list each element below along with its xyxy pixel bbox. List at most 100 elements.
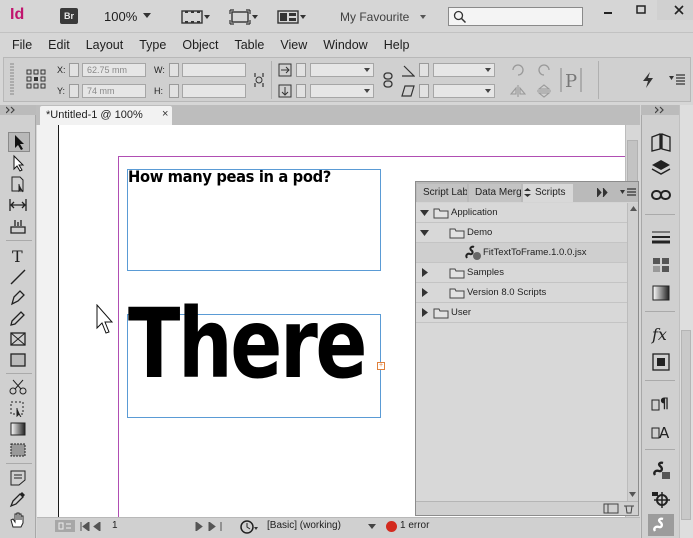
scale-x-spinner[interactable] <box>296 63 306 77</box>
pen-tool[interactable] <box>8 288 30 308</box>
menu-layout[interactable]: Layout <box>78 34 132 56</box>
tree-item-application[interactable]: Application <box>416 203 627 223</box>
minimize-button[interactable] <box>591 0 624 20</box>
link-scale-icon[interactable] <box>383 72 393 88</box>
new-script-icon[interactable] <box>603 503 619 514</box>
panel-grip-icon[interactable] <box>9 62 15 98</box>
search-input[interactable] <box>448 7 583 26</box>
shear-angle-icon[interactable] <box>401 84 415 98</box>
tab-script-label[interactable]: Script Lab <box>417 184 467 202</box>
menu-table[interactable]: Table <box>226 34 272 56</box>
shear-spinner[interactable] <box>419 84 429 98</box>
menu-window[interactable]: Window <box>315 34 375 56</box>
screen-mode-icon[interactable] <box>229 9 259 25</box>
h-spinner[interactable] <box>169 84 179 98</box>
layers-panel-button[interactable] <box>650 157 672 179</box>
tab-data-merge[interactable]: Data Merg <box>469 184 521 202</box>
gap-tool[interactable] <box>8 196 30 216</box>
tree-item-user[interactable]: User <box>416 303 627 323</box>
eyedropper-tool[interactable] <box>8 490 30 510</box>
menu-object[interactable]: Object <box>174 34 226 56</box>
zoom-caret-icon[interactable] <box>143 13 151 18</box>
text-wrap-panel-button[interactable] <box>650 351 672 373</box>
first-prev-page-icon[interactable] <box>80 522 106 531</box>
headline-text[interactable]: How many peas in a pod? <box>128 167 331 186</box>
data-merge-panel-button[interactable] <box>648 514 674 536</box>
rectangle-tool[interactable] <box>8 351 30 371</box>
scroll-up-icon[interactable] <box>630 206 637 211</box>
scale-y-icon[interactable] <box>278 84 292 98</box>
bridge-button[interactable]: Br <box>60 8 78 24</box>
constrain-proportions-icon[interactable] <box>252 72 266 88</box>
scale-y-dropdown[interactable] <box>310 84 374 98</box>
free-transform-tool[interactable] <box>8 399 30 419</box>
x-field[interactable]: 62.75 mm <box>82 63 146 77</box>
rectangle-frame-tool[interactable] <box>8 330 30 350</box>
collapsed-caret-icon[interactable] <box>422 288 428 297</box>
note-tool[interactable] <box>8 469 30 489</box>
scroll-down-icon[interactable] <box>629 492 636 497</box>
scripts-panel-button[interactable] <box>650 460 672 482</box>
menu-type[interactable]: Type <box>131 34 174 56</box>
gradient-feather-tool[interactable] <box>8 441 30 461</box>
gradient-panel-button[interactable] <box>650 282 672 304</box>
effects-panel-button[interactable]: fx <box>650 323 672 345</box>
collapsed-caret-icon[interactable] <box>422 308 428 317</box>
scale-x-icon[interactable] <box>278 63 292 77</box>
rotation-dropdown[interactable] <box>433 63 495 77</box>
tree-item-samples[interactable]: Samples <box>416 263 627 283</box>
scissors-tool[interactable] <box>8 378 30 398</box>
tools-panel-header[interactable] <box>0 105 36 115</box>
flip-vertical-icon[interactable] <box>536 84 552 98</box>
rotation-spinner[interactable] <box>419 63 429 77</box>
links-panel-button[interactable] <box>650 184 672 206</box>
panel-menu-icon[interactable] <box>669 74 685 86</box>
page-number-field[interactable]: 1 <box>112 520 118 531</box>
swatches-panel-button[interactable] <box>650 254 672 276</box>
rotate-cw-icon[interactable] <box>510 62 526 76</box>
preflight-profile[interactable]: [Basic] (working) <box>267 520 341 531</box>
panel-expand-icon[interactable] <box>597 188 609 197</box>
scale-x-dropdown[interactable] <box>310 63 374 77</box>
path-selection-icon[interactable]: P <box>558 66 584 94</box>
right-dock-scroll-thumb[interactable] <box>681 330 691 520</box>
page-tool[interactable] <box>8 175 30 195</box>
hand-tool[interactable] <box>8 511 30 531</box>
collapsed-caret-icon[interactable] <box>422 268 428 277</box>
view-options-icon[interactable] <box>181 9 211 25</box>
type-tool[interactable]: T <box>8 246 30 266</box>
scripts-scrollbar[interactable] <box>627 203 638 501</box>
menu-view[interactable]: View <box>272 34 315 56</box>
selection-tool[interactable] <box>8 132 30 152</box>
big-text[interactable]: There <box>128 296 368 392</box>
rotate-ccw-icon[interactable] <box>536 62 552 76</box>
tree-item-fittexttoframe[interactable]: FitTextToFrame.1.0.0.jsx <box>416 243 627 263</box>
content-collector-tool[interactable] <box>8 217 30 237</box>
error-count[interactable]: 1 error <box>400 520 429 531</box>
scripts-panel-menu-icon[interactable] <box>620 188 636 197</box>
expanded-caret-icon[interactable] <box>420 210 429 216</box>
preflight-caret-icon[interactable] <box>368 524 376 529</box>
arrange-documents-icon[interactable] <box>277 9 307 25</box>
flip-horizontal-icon[interactable] <box>510 84 526 98</box>
pages-panel-button[interactable] <box>650 131 672 153</box>
workspace-caret-icon[interactable] <box>420 15 426 19</box>
expanded-caret-icon[interactable] <box>420 230 429 236</box>
workspace-switcher[interactable]: My Favourite <box>340 10 409 24</box>
y-spinner[interactable] <box>69 84 79 98</box>
character-styles-panel-button[interactable]: A <box>650 420 672 442</box>
right-dock-header[interactable] <box>641 105 679 115</box>
overset-outport[interactable]: + <box>377 362 385 370</box>
menu-file[interactable]: File <box>4 34 40 56</box>
y-field[interactable]: 74 mm <box>82 84 146 98</box>
document-tab[interactable]: *Untitled-1 @ 100% <box>40 106 172 125</box>
preflight-profile-icon[interactable] <box>55 520 75 532</box>
tree-item-demo[interactable]: Demo <box>416 223 627 243</box>
gradient-swatch-tool[interactable] <box>8 420 30 440</box>
reference-point-icon[interactable] <box>26 69 46 89</box>
stroke-panel-button[interactable] <box>650 226 672 248</box>
tree-item-version8[interactable]: Version 8.0 Scripts <box>416 283 627 303</box>
x-spinner[interactable] <box>69 63 79 77</box>
quick-apply-icon[interactable] <box>641 71 655 89</box>
maximize-button[interactable] <box>624 0 657 20</box>
